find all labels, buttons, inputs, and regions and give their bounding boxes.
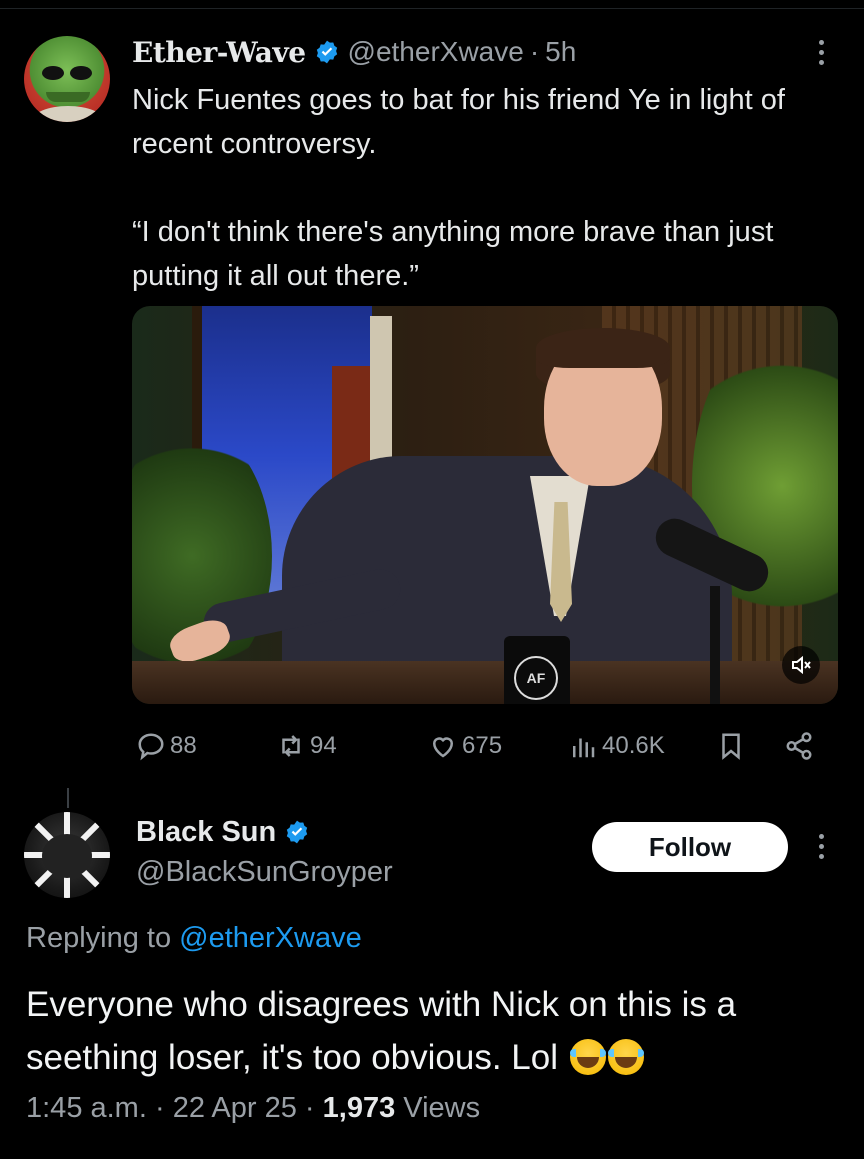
avatar-figure — [42, 834, 92, 878]
share-icon — [786, 732, 812, 760]
like-button[interactable]: 675 — [428, 724, 502, 768]
avatar-shirt — [32, 106, 104, 122]
tears-of-joy-emoji-icon — [569, 1039, 606, 1075]
author-handle[interactable]: @etherXwave — [348, 36, 524, 68]
meta-dot: · — [154, 1092, 165, 1124]
views-count: 40.6K — [602, 732, 665, 759]
scene-hair-top — [536, 328, 670, 368]
tweet-text: Nick Fuentes goes to bat for his friend … — [132, 84, 785, 160]
tears-of-joy-emoji-icon — [607, 1039, 644, 1075]
reply-metadata: 1:45 a.m. · 22 Apr 25 · 1,973 Views — [26, 1092, 480, 1125]
reply-body: Everyone who disagrees with Nick on this… — [26, 978, 836, 1084]
video-player[interactable]: AF — [132, 306, 838, 704]
tweet-body: Nick Fuentes goes to bat for his friend … — [132, 78, 842, 298]
separator-dot: · — [529, 36, 540, 67]
reply-views-count: 1,973 — [322, 1092, 396, 1124]
repost-count: 94 — [310, 732, 337, 759]
scene-mic-stand — [710, 586, 720, 704]
scene-desk — [132, 661, 838, 704]
author-avatar[interactable] — [24, 36, 110, 122]
tweet-header: Ether-Wave @etherXwave · 5h — [132, 32, 576, 72]
share-button[interactable] — [784, 724, 818, 768]
reply-author-name[interactable]: Black Sun — [136, 816, 276, 849]
mug-logo: AF — [514, 656, 558, 700]
author-name[interactable]: Ether-Wave — [132, 36, 306, 69]
meta-dot: · — [304, 1092, 315, 1124]
views-button[interactable]: 40.6K — [568, 724, 665, 768]
reply-author-row: Black Sun — [136, 812, 318, 852]
repost-button[interactable]: 94 — [276, 724, 337, 768]
replying-prefix: Replying to — [26, 922, 172, 954]
avatar-mouth — [46, 92, 90, 102]
more-options-icon[interactable] — [818, 834, 824, 859]
analytics-icon — [573, 738, 595, 758]
reply-button[interactable]: 88 — [136, 724, 197, 768]
verified-badge-icon — [284, 819, 310, 845]
reply-count: 88 — [170, 732, 197, 759]
reply-author-handle[interactable]: @BlackSunGroyper — [136, 856, 393, 889]
replying-to: Replying to @etherXwave — [26, 922, 362, 955]
reply-icon — [138, 733, 164, 761]
avatar-eye-right — [70, 66, 92, 80]
top-divider — [0, 8, 864, 9]
reply-author-avatar[interactable] — [24, 812, 110, 898]
follow-button[interactable]: Follow — [592, 822, 788, 872]
avatar-eye-left — [42, 66, 64, 80]
repost-icon — [282, 735, 300, 757]
verified-badge-icon — [314, 39, 340, 65]
more-options-icon[interactable] — [818, 40, 824, 65]
tweet-quote: “I don't think there's anything more bra… — [132, 216, 774, 292]
speaker-muted-icon[interactable] — [782, 646, 820, 684]
reply-time[interactable]: 1:45 a.m. — [26, 1092, 147, 1124]
tweet-actions: 88 94 675 40.6K — [132, 724, 832, 768]
thread-connector — [67, 788, 69, 808]
reply-views-label: Views — [403, 1092, 481, 1124]
bookmark-icon — [722, 733, 740, 760]
tweet-time[interactable]: 5h — [545, 36, 576, 68]
heart-icon — [432, 737, 454, 758]
replying-mention[interactable]: @etherXwave — [179, 922, 362, 954]
reply-date[interactable]: 22 Apr 25 — [173, 1092, 297, 1124]
bookmark-button[interactable] — [716, 724, 750, 768]
like-count: 675 — [462, 732, 503, 759]
